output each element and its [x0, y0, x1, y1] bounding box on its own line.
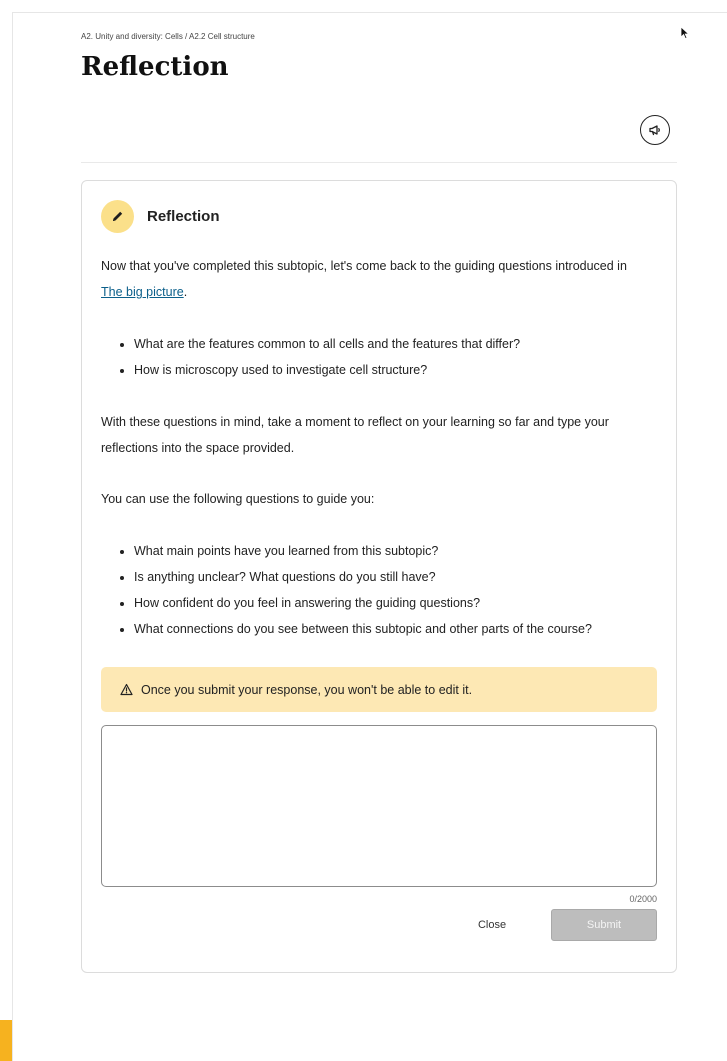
list-item: What connections do you see between this… [134, 616, 674, 642]
pencil-icon [113, 211, 123, 221]
announce-button[interactable] [640, 115, 670, 145]
list-item: How is microscopy used to investigate ce… [134, 357, 674, 383]
list-item: Is anything unclear? What questions do y… [134, 564, 674, 590]
accent-tab[interactable] [0, 1020, 12, 1061]
frame-left-border [12, 12, 13, 1061]
warning-text: Once you submit your response, you won't… [141, 682, 473, 697]
breadcrumb[interactable]: A2. Unity and diversity: Cells / A2.2 Ce… [81, 32, 255, 41]
card-icon-circle [101, 200, 134, 233]
list-item: What main points have you learned from t… [134, 538, 674, 564]
megaphone-icon [649, 125, 660, 136]
warning-banner: Once you submit your response, you won't… [101, 667, 657, 712]
card-title: Reflection [147, 208, 220, 225]
page-title: Reflection [81, 52, 229, 82]
reflect-prompt: With these questions in mind, take a mom… [101, 415, 609, 455]
guide-intro: You can use the following questions to g… [101, 492, 375, 506]
intro-text-start: Now that you've completed this subtopic,… [101, 259, 627, 273]
reflection-card: Reflection Now that you've completed thi… [81, 180, 677, 973]
mouse-cursor-icon [680, 26, 690, 40]
guiding-questions-list: What are the features common to all cell… [101, 331, 674, 383]
frame-top-border [12, 12, 727, 13]
page: A2. Unity and diversity: Cells / A2.2 Ce… [0, 0, 727, 1061]
list-item: How confident do you feel in answering t… [134, 590, 674, 616]
header-divider [81, 162, 677, 163]
big-picture-link[interactable]: The big picture [101, 285, 184, 299]
submit-button[interactable]: Submit [551, 909, 657, 941]
character-count: 0/2000 [629, 894, 657, 904]
list-item: What are the features common to all cell… [134, 331, 674, 357]
intro-text-end: . [183, 285, 188, 299]
reflection-response-input[interactable] [101, 725, 657, 887]
guide-questions-list: What main points have you learned from t… [101, 538, 674, 642]
close-button[interactable]: Close [462, 910, 522, 940]
intro-text: Now that you've completed this subtopic,… [101, 253, 646, 305]
warning-triangle-icon [119, 683, 133, 697]
